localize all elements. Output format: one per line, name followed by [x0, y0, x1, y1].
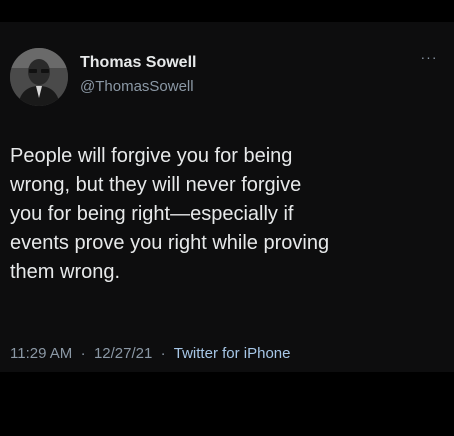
tweet-source-link[interactable]: Twitter for iPhone — [174, 345, 291, 362]
screenshot-frame: Thomas Sowell @ThomasSowell ··· People w… — [0, 0, 454, 436]
avatar-portrait-icon — [10, 48, 68, 106]
tweet-date[interactable]: 12/27/21 — [94, 345, 152, 362]
tweet-header: Thomas Sowell @ThomasSowell ··· — [10, 48, 444, 108]
tweet-time[interactable]: 11:29 AM — [10, 345, 72, 362]
tweet-text: People will forgive you for being wrong,… — [10, 142, 440, 287]
avatar[interactable] — [10, 48, 68, 106]
tweet-text-line: events prove you right while proving — [10, 232, 330, 254]
author-name[interactable]: Thomas Sowell — [80, 54, 196, 72]
meta-separator: · — [76, 345, 90, 362]
tweet-meta: 11:29 AM · 12/27/21 · Twitter for iPhone — [10, 345, 290, 362]
more-options-icon[interactable]: ··· — [418, 50, 440, 64]
tweet-card[interactable]: Thomas Sowell @ThomasSowell ··· People w… — [0, 22, 454, 372]
author-handle[interactable]: @ThomasSowell — [80, 78, 194, 95]
tweet-text-line: you for being right—especially if — [10, 203, 294, 225]
meta-separator: · — [156, 345, 170, 362]
tweet-text-line: wrong, but they will never forgive — [10, 174, 302, 196]
tweet-text-line: People will forgive you for being — [10, 145, 293, 167]
tweet-text-line: them wrong. — [10, 261, 121, 283]
